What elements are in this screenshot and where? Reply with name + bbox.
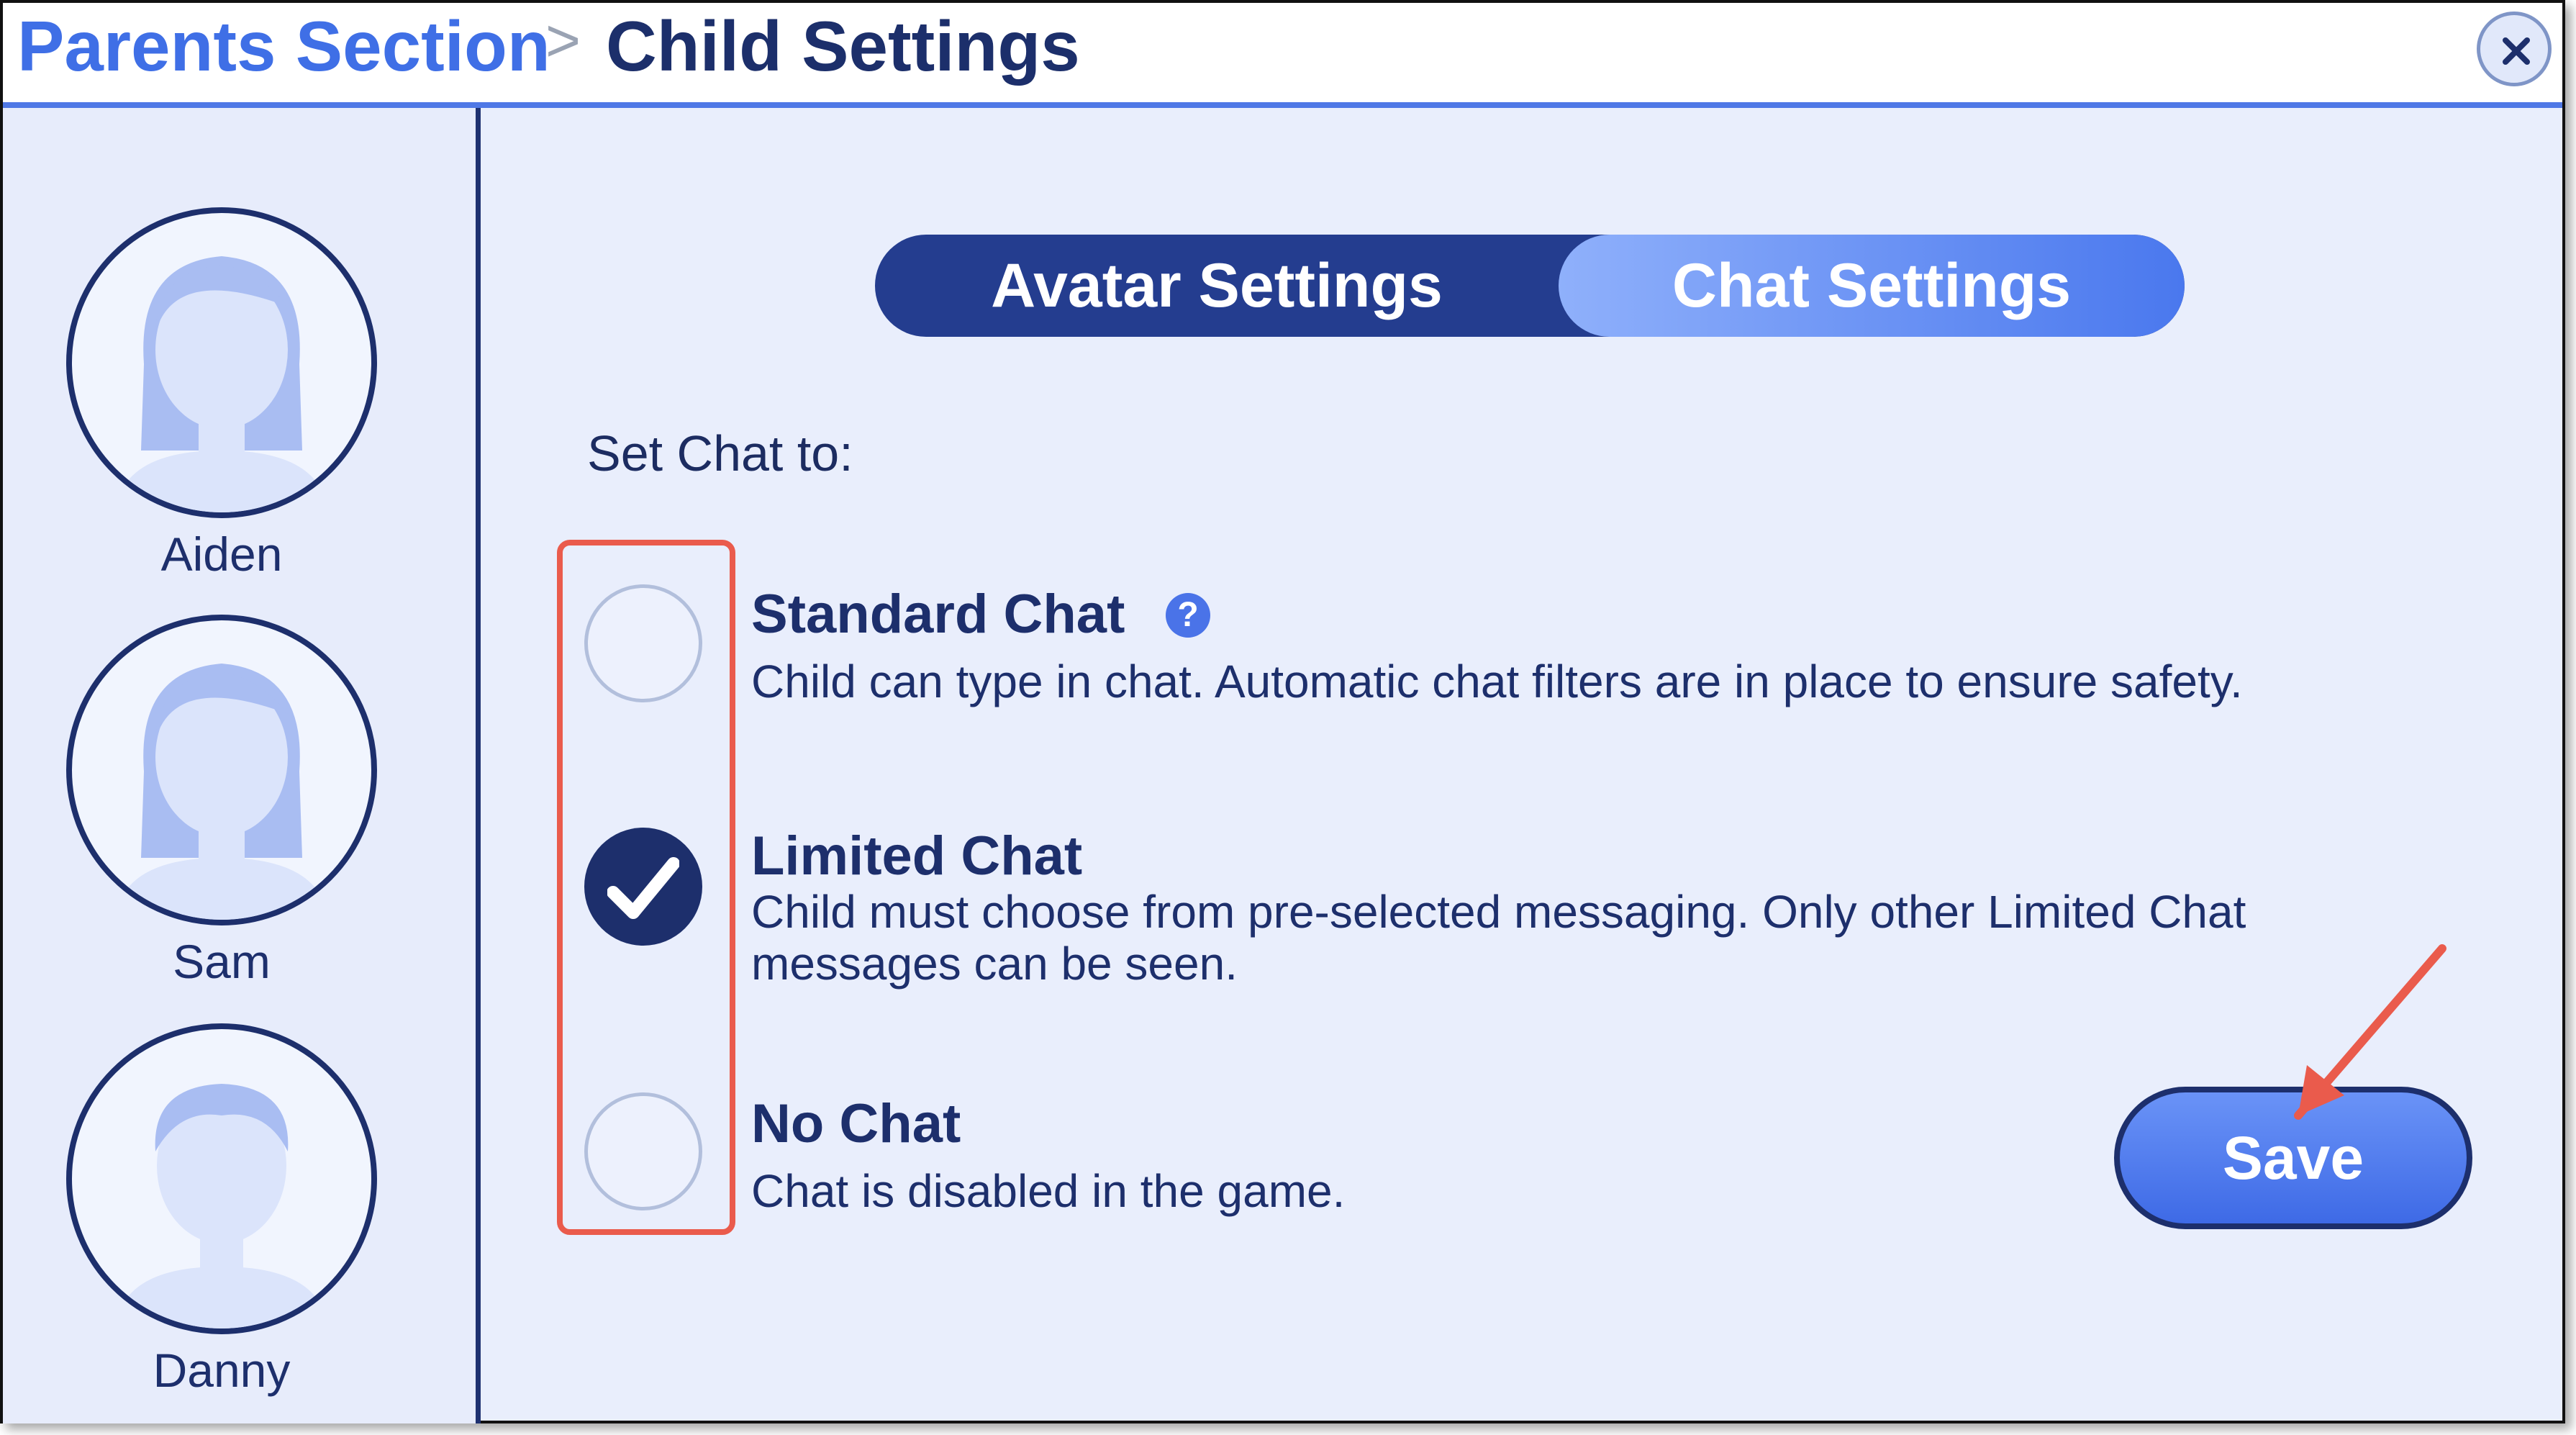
option-desc-standard-chat: Child can type in chat. Automatic chat f… (751, 656, 2243, 707)
child-item-danny[interactable]: Danny (66, 1023, 383, 1398)
avatar (66, 207, 377, 518)
radio-standard-chat[interactable] (584, 584, 702, 702)
checkmark-icon (607, 857, 679, 919)
option-title-standard-chat: Standard Chat (751, 584, 1125, 645)
option-desc-limited-chat-line1: Child must choose from pre-selected mess… (751, 886, 2246, 938)
tab-avatar-settings[interactable]: Avatar Settings (875, 235, 1559, 337)
child-item-aiden[interactable]: Aiden (66, 207, 383, 581)
option-title-no-chat: No Chat (751, 1093, 961, 1154)
breadcrumb-separator: > (545, 6, 581, 74)
page-title: Child Settings (606, 6, 1080, 86)
annotation-arrow-icon (2294, 944, 2446, 1120)
close-icon (2503, 37, 2530, 65)
radio-no-chat[interactable] (584, 1092, 702, 1210)
close-button[interactable] (2477, 12, 2552, 86)
child-settings-window: Parents Section > Child Settings Aiden S… (0, 0, 2565, 1423)
option-title-limited-chat: Limited Chat (751, 825, 1083, 887)
header-bar: Parents Section > Child Settings (3, 3, 2562, 108)
avatar (66, 1023, 377, 1334)
help-icon[interactable]: ? (1166, 593, 1210, 638)
girl-avatar-icon (115, 664, 328, 920)
breadcrumb-parents-section[interactable]: Parents Section (17, 6, 550, 87)
option-desc-limited-chat-line2: messages can be seen. (751, 938, 1238, 990)
set-chat-label: Set Chat to: (587, 425, 853, 481)
radio-limited-chat[interactable] (584, 828, 702, 946)
child-name: Danny (153, 1344, 291, 1397)
tab-chat-settings[interactable]: Chat Settings (1559, 235, 2185, 337)
child-name: Aiden (160, 528, 283, 581)
children-sidebar: Aiden Sam Danny (3, 108, 481, 1423)
avatar (66, 615, 377, 925)
child-name: Sam (173, 935, 271, 988)
settings-tab-toggle: Avatar Settings Chat Settings (875, 235, 2185, 337)
child-item-sam[interactable]: Sam (66, 615, 383, 989)
girl-avatar-icon (115, 256, 328, 512)
boy-avatar-icon (115, 1084, 328, 1328)
